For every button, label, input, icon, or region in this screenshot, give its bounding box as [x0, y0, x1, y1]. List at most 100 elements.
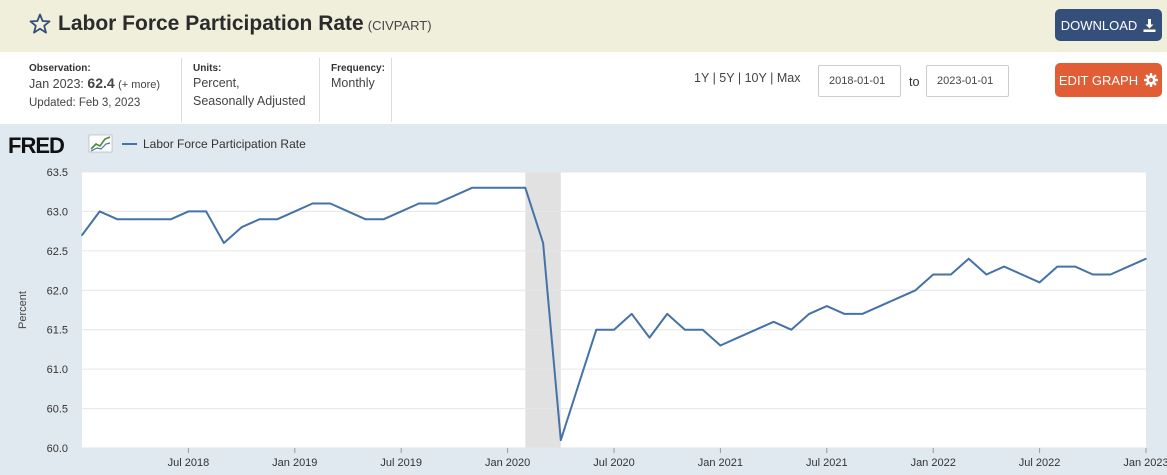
y-tick-label: 63.5	[47, 167, 68, 179]
gear-icon	[1144, 73, 1159, 87]
x-tick-label: Jul 2021	[806, 457, 848, 469]
units-block: Units: Percent, Seasonally Adjusted	[193, 58, 320, 122]
range-5y[interactable]: 5Y	[719, 71, 734, 85]
data-point	[861, 313, 864, 315]
data-point	[630, 313, 633, 315]
data-point	[1127, 265, 1130, 268]
data-point	[524, 186, 527, 189]
data-point	[205, 210, 207, 213]
data-point	[985, 273, 988, 276]
data-point	[1074, 265, 1076, 268]
edit-graph-button[interactable]: EDIT GRAPH	[1055, 63, 1162, 97]
data-point	[684, 328, 686, 331]
data-point	[808, 313, 810, 315]
data-point	[542, 242, 544, 244]
observation-value: 62.4	[87, 75, 115, 91]
frequency-value: Monthly	[331, 76, 375, 90]
recession-band	[525, 172, 561, 448]
observation-block: Observation: Jan 2023: 62.4 (+ more) Upd…	[29, 58, 182, 122]
data-point	[311, 202, 314, 205]
data-point	[169, 218, 172, 221]
range-max[interactable]: Max	[777, 71, 801, 85]
units-line-1: Percent,	[193, 76, 240, 90]
x-tick-label: Jul 2018	[168, 457, 210, 469]
data-point	[826, 305, 828, 307]
download-button[interactable]: DOWNLOAD	[1055, 9, 1162, 41]
data-point	[276, 218, 278, 221]
data-point	[1092, 273, 1094, 276]
data-point	[81, 234, 83, 236]
series-code: (CIVPART)	[367, 18, 432, 33]
observation-line: Jan 2023: 62.4 (+ more)	[29, 74, 181, 94]
data-point	[595, 328, 598, 331]
y-tick-label: 61.0	[47, 364, 68, 376]
data-point	[613, 328, 615, 331]
y-tick-label: 62.0	[47, 285, 68, 297]
data-point	[1021, 273, 1023, 276]
data-point	[294, 210, 296, 213]
data-point	[577, 384, 580, 386]
download-label: DOWNLOAD	[1060, 17, 1138, 33]
edit-graph-label: EDIT GRAPH	[1058, 72, 1139, 88]
star-icon[interactable]	[28, 12, 52, 36]
data-point	[737, 336, 739, 339]
data-point	[755, 328, 757, 331]
data-point	[382, 218, 385, 221]
data-point	[1003, 265, 1005, 268]
data-point	[400, 210, 403, 213]
data-point	[364, 218, 367, 221]
title-bar: Labor Force Participation Rate (CIVPART) …	[0, 0, 1167, 52]
data-point	[116, 218, 119, 221]
y-axis-label: Percent	[17, 291, 29, 329]
x-tick-label: Jan 2023	[1123, 457, 1167, 469]
data-point	[914, 289, 917, 292]
fred-logo-chart-icon	[88, 134, 113, 153]
data-point	[790, 328, 793, 331]
range-sep-3: |	[770, 71, 774, 85]
data-point	[187, 210, 190, 213]
data-point	[98, 210, 101, 213]
x-tick-label: Jan 2019	[272, 457, 317, 469]
data-point	[435, 202, 438, 205]
data-point	[258, 218, 261, 221]
frequency-block: Frequency: Monthly	[331, 58, 392, 122]
data-point	[879, 305, 881, 307]
y-tick-label: 62.5	[47, 246, 68, 258]
data-point	[896, 297, 899, 299]
x-tick-label: Jul 2019	[380, 457, 422, 469]
chart: FRED Labor Force Participation Rate 63.5…	[8, 133, 1167, 469]
x-tick-label: Jan 2021	[698, 457, 743, 469]
y-tick-label: 61.5	[47, 325, 68, 337]
data-point	[701, 328, 704, 331]
data-point	[560, 439, 562, 441]
units-line-2: Seasonally Adjusted	[193, 94, 306, 108]
data-point	[772, 321, 775, 323]
range-sep-2: |	[737, 71, 742, 85]
start-date-input[interactable]	[818, 65, 901, 97]
data-point	[1038, 281, 1041, 284]
data-point	[950, 273, 952, 276]
data-point	[418, 202, 420, 205]
data-point	[223, 242, 225, 244]
series-title: Labor Force Participation Rate	[58, 12, 364, 35]
range-10y[interactable]: 10Y	[745, 71, 767, 85]
end-date-input[interactable]	[926, 65, 1009, 97]
updated-date: Updated: Feb 3, 2023	[29, 97, 141, 109]
range-selector: 1Y | 5Y | 10Y | Max	[694, 71, 800, 85]
data-point	[347, 210, 349, 213]
data-point	[1145, 257, 1147, 260]
data-point	[471, 186, 473, 189]
data-point	[489, 186, 491, 189]
fred-logo: FRED	[8, 133, 64, 158]
y-tick-label: 63.0	[47, 206, 68, 218]
data-point	[506, 186, 509, 189]
range-sep-1: |	[712, 71, 716, 85]
legend-label: Labor Force Participation Rate	[143, 137, 306, 151]
observation-label: Observation:	[29, 63, 91, 74]
range-1y[interactable]: 1Y	[694, 71, 709, 85]
data-point	[134, 218, 136, 221]
units-label: Units:	[193, 63, 222, 74]
data-point	[648, 336, 651, 339]
data-point	[932, 273, 934, 276]
observation-more-link[interactable]: (+ more)	[118, 79, 160, 91]
